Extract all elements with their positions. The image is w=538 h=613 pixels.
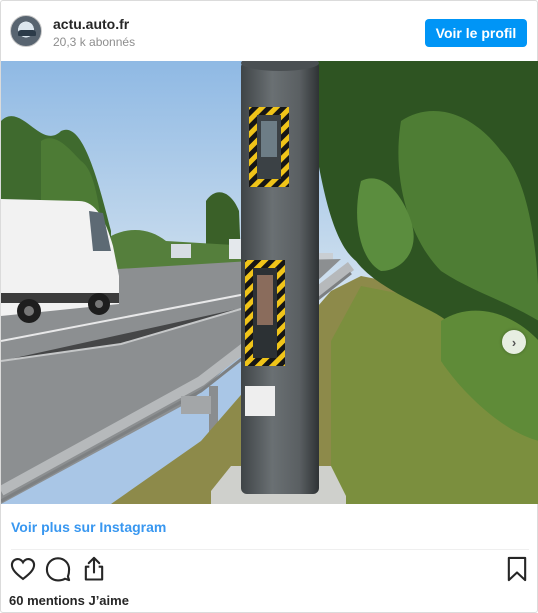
chevron-right-icon[interactable]: ›	[502, 330, 526, 354]
divider	[11, 549, 529, 550]
post-photo[interactable]: ›	[1, 61, 538, 504]
instagram-embed-card: actu.auto.fr 20,3 k abonnés Voir le prof…	[0, 0, 538, 613]
post-header: actu.auto.fr 20,3 k abonnés Voir le prof…	[1, 1, 538, 61]
post-actions	[1, 555, 538, 587]
avatar[interactable]	[10, 15, 42, 47]
bookmark-icon[interactable]	[503, 555, 531, 583]
view-more-on-instagram-link[interactable]: Voir plus sur Instagram	[11, 519, 166, 535]
roadside-speed-camera-photo	[1, 61, 538, 504]
view-profile-button[interactable]: Voir le profil	[425, 19, 527, 47]
comment-icon[interactable]	[44, 555, 72, 583]
car-icon	[18, 30, 36, 36]
account-name[interactable]: actu.auto.fr	[53, 16, 129, 32]
followers-count: 20,3 k abonnés	[53, 35, 136, 49]
likes-count: 60 mentions J’aime	[9, 593, 129, 608]
heart-icon[interactable]	[9, 555, 37, 583]
share-icon[interactable]	[80, 555, 108, 583]
